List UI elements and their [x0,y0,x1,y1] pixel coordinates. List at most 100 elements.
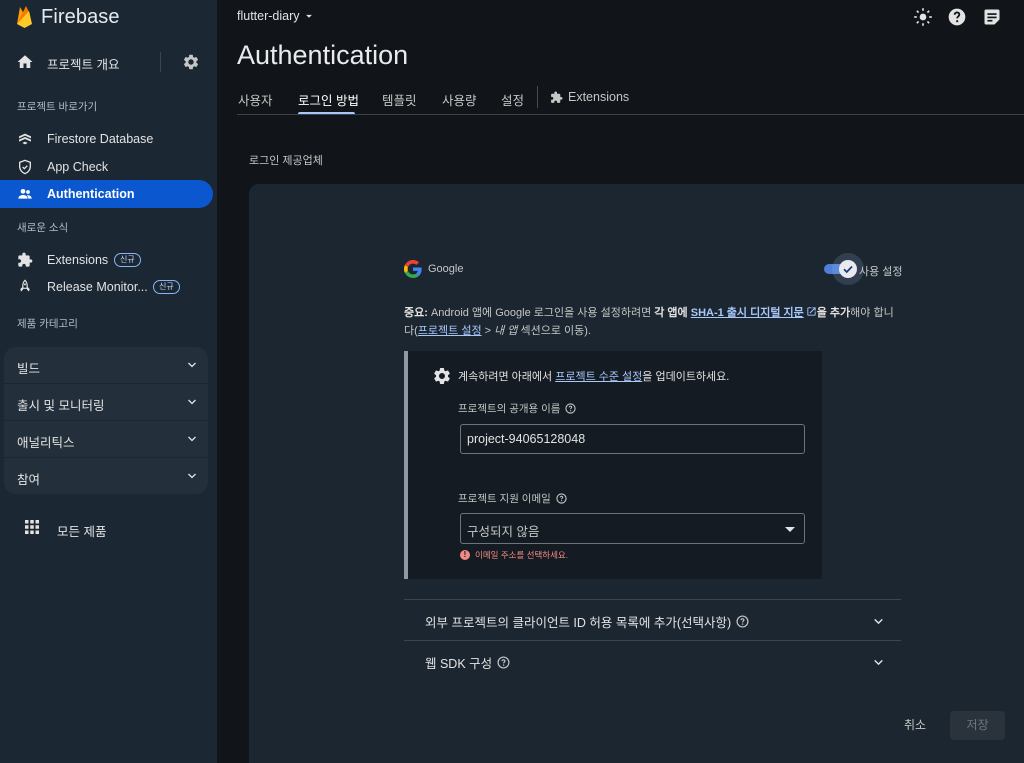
tab-settings[interactable]: 설정 [501,90,524,109]
notice-each-app: 각 앱에 [654,307,688,319]
check-icon [843,265,853,274]
sidebar-item-firestore[interactable]: Firestore Database [0,125,213,153]
category-label: 출시 및 모니터링 [17,399,105,413]
gear-icon[interactable] [182,53,200,71]
firebase-logo[interactable]: Firebase [16,4,120,30]
save-button[interactable]: 저장 [950,711,1005,740]
tab-label: Extensions [568,90,630,104]
puzzle-icon [18,252,33,267]
tab-templates[interactable]: 템플릿 [382,90,417,109]
sidebar-item-label: Firestore Database [47,132,154,146]
theme-toggle-icon[interactable] [913,7,933,27]
sidebar-item-label: Authentication [47,187,135,201]
divider [160,52,161,72]
important-notice: 중요: Android 앱에 Google 로그인을 사용 설정하려면 각 앱에… [404,304,899,340]
category-build[interactable]: 빌드 [4,347,208,384]
chevron-down-icon [874,618,883,625]
web-sdk-config-accordion[interactable]: 웹 SDK 구성 [404,640,901,681]
category-release-monitor[interactable]: 출시 및 모니터링 [4,384,208,421]
enable-toggle[interactable] [824,253,864,285]
support-email-label: 프로젝트 지원 이메일 [458,491,567,506]
firestore-icon [19,133,31,145]
accordion-label: 웹 SDK 구성 [425,653,510,672]
tab-usage[interactable]: 사용량 [442,90,477,109]
shield-icon [19,159,31,175]
google-logo-icon [404,260,422,278]
project-overview-label: 프로젝트 개요 [47,58,120,72]
puzzle-icon [551,91,563,103]
chevron-down-icon [188,473,196,479]
chevron-down-icon [188,436,196,442]
email-error: ! 이메일 주소를 선택하세요. [460,549,568,561]
tab-divider [537,86,538,108]
project-selector[interactable]: flutter-diary [237,9,316,23]
cancel-button[interactable]: 취소 [893,711,937,739]
sidebar-item-authentication[interactable]: Authentication [0,180,213,208]
brand-name: Firebase [41,5,120,28]
news-section-title: 새로운 소식 [17,222,69,234]
field-label-text: 프로젝트 지원 이메일 [458,493,551,505]
accordion-text: 웹 SDK 구성 [425,657,493,671]
new-badge: 신규 [153,280,180,294]
chevron-down-icon [874,659,883,666]
tabs-divider [237,114,1024,115]
project-level-settings-link[interactable]: 프로젝트 수준 설정 [555,371,642,383]
chevron-down-icon [188,362,196,368]
msg-text: 계속하려면 아래에서 [458,371,556,383]
gear-icon [434,367,450,384]
tab-sign-in-method[interactable]: 로그인 방법 [298,90,359,109]
sidebar-item-label: Extensions [47,253,109,267]
sidebar-item-extensions[interactable]: Extensions 신규 [0,246,213,274]
new-badge: 신규 [114,253,141,267]
all-products-link[interactable]: 모든 제품 [0,513,217,541]
page-title: Authentication [237,40,409,70]
help-circle-icon[interactable] [497,656,510,669]
category-engage[interactable]: 참여 [4,458,208,494]
sha1-fingerprint-link[interactable]: SHA-1 출시 디지털 지문 [691,307,804,319]
tab-users[interactable]: 사용자 [238,90,273,109]
help-circle-icon[interactable] [736,615,749,628]
select-value: 구성되지 않음 [467,525,540,539]
public-name-input[interactable] [460,424,805,454]
shortcuts-section-title: 프로젝트 바로가기 [17,101,98,113]
field-label-text: 프로젝트의 공개용 이름 [458,403,561,415]
apps-grid-icon [25,520,39,534]
error-text: 이메일 주소를 선택하세요. [475,550,569,560]
msg-text: 을 업데이트하세요. [642,371,730,383]
accordion-label: 외부 프로젝트의 클라이언트 ID 허용 목록에 추가(선택사항) [425,612,749,631]
project-name: flutter-diary [237,9,300,23]
category-label: 애널리틱스 [17,436,75,450]
feedback-icon[interactable] [982,7,1002,27]
client-id-allowlist-accordion[interactable]: 외부 프로젝트의 클라이언트 ID 허용 목록에 추가(선택사항) [404,599,901,640]
notice-text: 섹션으로 이동). [517,325,591,337]
tab-extensions[interactable]: Extensions [550,90,629,104]
caret-down-icon [305,14,312,18]
notice-my-apps: 내 앱 [494,325,518,337]
category-label: 빌드 [17,362,41,376]
public-name-label: 프로젝트의 공개용 이름 [458,401,577,416]
sidebar: Firebase 프로젝트 개요 프로젝트 바로가기 Firestore Dat… [0,0,217,763]
provider-name: Google [428,263,464,275]
external-link-icon[interactable] [806,306,817,317]
people-icon [18,189,32,199]
categories-section-title: 제품 카테고리 [17,318,78,330]
sidebar-item-app-check[interactable]: App Check [0,153,213,181]
help-circle-icon[interactable] [556,493,567,504]
notice-text: Android 앱에 Google 로그인을 사용 설정하려면 [427,307,655,319]
help-icon[interactable] [947,7,967,27]
support-email-select[interactable]: 구성되지 않음 [460,513,805,544]
provider-header: Google [404,260,463,278]
toggle-knob [839,260,857,278]
rocket-icon [20,279,30,292]
help-circle-icon[interactable] [565,403,577,414]
accordion-text: 외부 프로젝트의 클라이언트 ID 허용 목록에 추가(선택사항) [425,616,732,630]
project-overview-link[interactable]: 프로젝트 개요 [0,44,217,80]
notice-text: > [481,325,495,337]
section-label: 로그인 제공업체 [249,155,323,167]
dropdown-caret-icon [785,527,795,532]
notice-add: 을 추가 [816,307,851,319]
sidebar-item-release-monitor[interactable]: Release Monitor... 신규 [0,273,213,301]
project-settings-link[interactable]: 프로젝트 설정 [418,325,482,337]
product-categories: 빌드 출시 및 모니터링 애널리틱스 참여 [4,347,208,494]
category-analytics[interactable]: 애널리틱스 [4,421,208,458]
